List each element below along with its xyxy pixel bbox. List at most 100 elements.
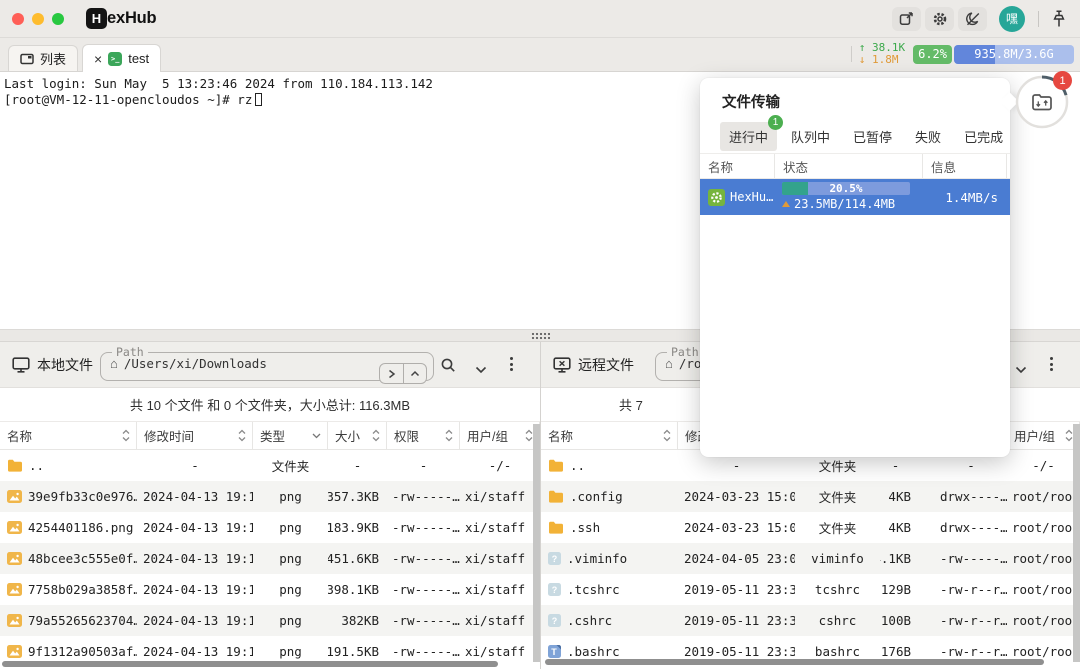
zoom-window-button[interactable] xyxy=(52,13,64,25)
path-up-button[interactable] xyxy=(403,364,426,383)
search-icon xyxy=(440,357,456,373)
transfer-tab[interactable]: 进行中1 xyxy=(720,122,777,151)
remote-horizontal-scrollbar[interactable] xyxy=(545,659,1044,665)
cell-owner: root/root xyxy=(1007,574,1080,605)
column-header[interactable]: 用户/组 xyxy=(460,422,540,449)
sort-icon[interactable] xyxy=(372,429,380,442)
avatar[interactable]: 嘿 xyxy=(999,6,1025,32)
textfile-icon: T xyxy=(548,645,561,658)
transfer-tab[interactable]: 已完成 xyxy=(955,122,1012,151)
local-table-header: 名称 修改时间类型 大小权限 用户/组 xyxy=(0,422,540,450)
column-header[interactable]: 用户/组 xyxy=(1007,422,1080,449)
remote-vertical-scrollbar[interactable] xyxy=(1073,424,1080,662)
local-horizontal-scrollbar[interactable] xyxy=(2,661,498,667)
filter-chevron-icon[interactable] xyxy=(312,433,321,439)
transfer-popup-title: 文件传输 xyxy=(700,78,1010,112)
file-row[interactable]: ?.cshrc2019-05-11 23:33cshrc100B-rw-r--r… xyxy=(541,605,1080,636)
transfer-float-button[interactable]: 1 xyxy=(1014,74,1070,130)
transfer-tab[interactable]: 已暂停 xyxy=(844,122,901,151)
cell-mtime: 2024-03-23 15:09 xyxy=(678,481,795,512)
remote-summary-text: 共 7 xyxy=(619,395,643,414)
sort-icon[interactable] xyxy=(525,429,533,442)
file-row[interactable]: .ssh2024-03-23 15:05文件夹4KBdrwx----…root/… xyxy=(541,512,1080,543)
transfer-tab[interactable]: 失败 xyxy=(906,122,950,151)
cell-permissions: -rw-----… xyxy=(387,512,460,543)
column-header-label: 权限 xyxy=(394,426,419,445)
pin-button[interactable] xyxy=(1052,10,1066,28)
remote-panel-title: 远程文件 xyxy=(553,342,634,388)
cell-size: 100B xyxy=(880,605,935,636)
file-name: 48bcee3c555e0f… xyxy=(28,551,137,566)
close-tab-icon[interactable]: × xyxy=(94,52,102,66)
cell-size: - xyxy=(328,450,387,481)
file-row[interactable]: 4254401186.png2024-04-13 19:11png183.9KB… xyxy=(0,512,540,543)
cell-mtime: 2024-04-13 19:11 xyxy=(137,512,253,543)
gear-file-icon xyxy=(708,189,725,206)
settings-button[interactable] xyxy=(925,7,954,31)
transfer-tab[interactable]: 队列中 xyxy=(782,122,839,151)
sort-icon[interactable] xyxy=(238,429,246,442)
sort-icon[interactable] xyxy=(1065,429,1073,442)
svg-text:T: T xyxy=(551,647,557,657)
local-search-button[interactable] xyxy=(440,357,456,378)
transfer-row[interactable]: HexHu… 20.5% 23.5MB/114.4MB 1.4MB/s xyxy=(700,179,1010,215)
file-name: 7758b029a3858f… xyxy=(28,582,137,597)
file-row[interactable]: 79a55265623704…2024-04-13 19:11png382KB-… xyxy=(0,605,540,636)
local-vertical-scrollbar[interactable] xyxy=(533,424,540,662)
detach-window-button[interactable] xyxy=(892,7,921,31)
column-header-label: 类型 xyxy=(260,426,285,445)
column-header[interactable]: 大小 xyxy=(328,422,387,449)
terminal-prompt: [root@VM-12-11-opencloudos ~]# rz xyxy=(4,92,252,107)
cell-type: 文件夹 xyxy=(253,450,328,481)
app-window: HexHub 嘿 列表 × >_ test xyxy=(0,0,1080,669)
file-row[interactable]: ?.viminfo2024-04-05 23:03viminfo4.1KB-rw… xyxy=(541,543,1080,574)
local-collapse-button[interactable] xyxy=(475,361,487,379)
file-row[interactable]: ..-文件夹---/- xyxy=(0,450,540,481)
transfer-tab-label: 失败 xyxy=(915,130,941,145)
remote-menu-button[interactable] xyxy=(1050,357,1053,371)
column-header-label: 名称 xyxy=(7,426,32,445)
terminal-icon: >_ xyxy=(108,52,122,66)
cell-permissions: drwx----… xyxy=(935,481,1007,512)
cell-permissions: -rw-----… xyxy=(387,605,460,636)
theme-toggle-button[interactable] xyxy=(958,7,987,31)
remote-collapse-button[interactable] xyxy=(1015,361,1027,379)
path-forward-button[interactable] xyxy=(380,364,403,383)
column-header[interactable]: 权限 xyxy=(387,422,460,449)
cell-name: 79a55265623704… xyxy=(0,605,137,636)
file-row[interactable]: 39e9fb33c0e976…2024-04-13 19:11png357.3K… xyxy=(0,481,540,512)
close-window-button[interactable] xyxy=(12,13,24,25)
local-menu-button[interactable] xyxy=(510,357,513,371)
sort-icon[interactable] xyxy=(445,429,453,442)
file-name: 39e9fb33c0e976… xyxy=(28,489,137,504)
cell-size: 357.3KB xyxy=(328,481,387,512)
local-path-box[interactable]: Path ⌂ /Users/xi/Downloads xyxy=(100,345,434,381)
column-header[interactable]: 修改时间 xyxy=(137,422,253,449)
file-row[interactable]: 7758b029a3858f…2024-04-13 19:11png398.1K… xyxy=(0,574,540,605)
moon-slash-icon xyxy=(965,11,981,27)
tab-list[interactable]: 列表 xyxy=(8,45,78,71)
column-header[interactable]: 名称 xyxy=(0,422,137,449)
cell-mtime: 2019-05-11 23:33 xyxy=(678,605,795,636)
sort-icon[interactable] xyxy=(122,429,130,442)
tab-session-test[interactable]: × >_ test xyxy=(82,44,161,72)
file-row[interactable]: ?.tcshrc2019-05-11 23:33tcshrc129B-rw-r-… xyxy=(541,574,1080,605)
titlebar-divider xyxy=(1038,11,1039,27)
upload-triangle-icon xyxy=(782,201,790,207)
cell-permissions: -rw-----… xyxy=(387,574,460,605)
file-row[interactable]: .config2024-03-23 15:09文件夹4KBdrwx----…ro… xyxy=(541,481,1080,512)
file-name: .. xyxy=(570,458,585,473)
cell-mtime: 2024-04-13 19:11 xyxy=(137,605,253,636)
local-path-value[interactable]: /Users/xi/Downloads xyxy=(124,356,267,371)
column-header[interactable]: 名称 xyxy=(541,422,678,449)
cell-type: png xyxy=(253,512,328,543)
minimize-window-button[interactable] xyxy=(32,13,44,25)
file-row[interactable]: 48bcee3c555e0f…2024-04-13 19:11png451.6K… xyxy=(0,543,540,574)
sort-icon[interactable] xyxy=(663,429,671,442)
cell-owner: xi/staff xyxy=(460,543,540,574)
chevron-down-icon xyxy=(475,366,487,374)
splitter-grip-icon[interactable] xyxy=(531,332,550,340)
cell-size: 4KB xyxy=(880,481,935,512)
column-header[interactable]: 类型 xyxy=(253,422,328,449)
tabbar: 列表 × >_ test ↑ 38.1K ↓ 1.8M 6.2% 935.8M/… xyxy=(0,38,1080,72)
